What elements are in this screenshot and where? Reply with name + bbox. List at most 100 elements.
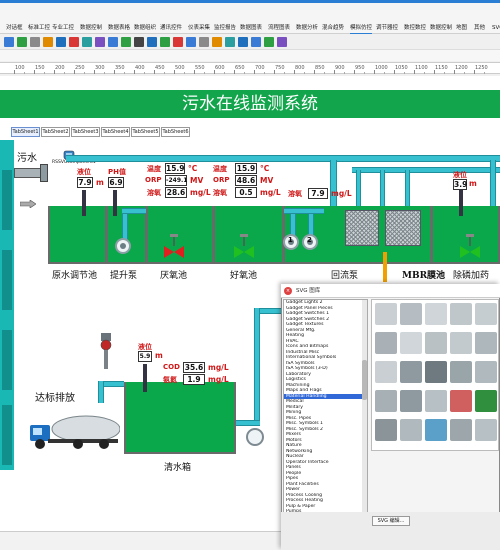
hopper-icon[interactable] (375, 390, 397, 412)
pipe-bend-icon[interactable] (425, 332, 447, 354)
pipe-elbow-icon[interactable] (400, 303, 422, 325)
menu-tab[interactable]: 流程图表 (268, 22, 290, 34)
pipe-elbow-icon[interactable] (375, 303, 397, 325)
pipe-valve-icon[interactable] (375, 332, 397, 354)
menu-tab[interactable]: 其他 (474, 22, 485, 34)
menu-tab[interactable]: 仪表采集 (188, 22, 210, 34)
toolbar-tool-icon[interactable] (30, 37, 40, 47)
aerobic-temp-label: 温度 (213, 165, 227, 173)
menu-tab[interactable]: 专业工控 (52, 22, 74, 34)
toolbar-tool-icon[interactable] (134, 37, 144, 47)
toolbar-tool-icon[interactable] (4, 37, 14, 47)
lift-icon[interactable] (400, 419, 422, 441)
ruler-label: 550 (195, 65, 205, 71)
anoxic-valve-icon[interactable] (163, 234, 185, 260)
toolbar-tool-icon[interactable] (56, 37, 66, 47)
chute-icon[interactable] (450, 390, 472, 412)
tank-icon[interactable] (400, 361, 422, 383)
pipe-flange-icon[interactable] (375, 361, 397, 383)
close-icon[interactable]: × (284, 287, 292, 295)
toolbar-tool-icon[interactable] (199, 37, 209, 47)
toolbar-tool-icon[interactable] (264, 37, 274, 47)
sheet-tab[interactable]: TabSheet2 (41, 127, 70, 137)
anoxic-orp-label: ORP (145, 176, 162, 184)
discharge-flowmeter-icon[interactable] (98, 333, 114, 369)
menu-tab[interactable]: SVG (492, 22, 500, 34)
tank-divider (282, 206, 285, 264)
menu-tab[interactable]: 数据控制 (80, 22, 102, 34)
toolbar-tool-icon[interactable] (17, 37, 27, 47)
menu-tab[interactable]: 监控报告 (214, 22, 236, 34)
pump-number: 1 (288, 236, 293, 244)
menu-tab[interactable]: 模拟仿控 (350, 22, 373, 34)
funnel-icon[interactable] (475, 390, 497, 412)
machine-icon[interactable] (450, 361, 472, 383)
toolbar-tool-icon[interactable] (121, 37, 131, 47)
cyclone-icon[interactable] (425, 390, 447, 412)
menu-tab[interactable]: 地图 (456, 22, 467, 34)
pipe-tee-icon[interactable] (425, 303, 447, 325)
menu-tab[interactable]: 数控数控 (404, 22, 426, 34)
category-scroll-thumb[interactable] (362, 360, 367, 400)
menu-tab[interactable]: 调节器控 (376, 22, 398, 34)
pipe-elbow-icon[interactable] (400, 332, 422, 354)
aerobic-valve-icon[interactable] (233, 234, 255, 260)
toolbar-tool-icon[interactable] (82, 37, 92, 47)
toolbar-tool-icon[interactable] (186, 37, 196, 47)
menu-tab[interactable]: 对话框 (6, 22, 23, 34)
separator-icon[interactable] (400, 390, 422, 412)
symbol-grid[interactable] (371, 299, 499, 451)
sheet-tab[interactable]: TabSheet5 (131, 127, 160, 137)
menu-tab[interactable]: 通讯控件 (160, 22, 182, 34)
menu-tab[interactable]: 数据表格 (108, 22, 130, 34)
level1-unit: m (96, 178, 104, 187)
toolbar-tool-icon[interactable] (95, 37, 105, 47)
toolbar-tool-icon[interactable] (147, 37, 157, 47)
menu-tab[interactable]: 数据图表 (240, 22, 262, 34)
menu-tab[interactable]: 混合趋势 (322, 22, 344, 34)
toolbar-tool-icon[interactable] (277, 37, 287, 47)
conveyor-icon[interactable] (425, 361, 447, 383)
inlet-flange (40, 164, 48, 182)
category-scrollbar[interactable] (362, 300, 367, 531)
clear-level-unit: m (155, 351, 163, 360)
ruler-label: 1100 (415, 65, 428, 71)
toolbar-tool-icon[interactable] (173, 37, 183, 47)
toolbar-tool-icon[interactable] (108, 37, 118, 47)
menu-tab[interactable]: 数据分析 (296, 22, 318, 34)
toolbar-tool-icon[interactable] (160, 37, 170, 47)
reflux-do-value: 7.9 (308, 188, 328, 199)
toolbar-tool-icon[interactable] (225, 37, 235, 47)
pipe-fitting-icon[interactable] (475, 303, 497, 325)
sheet-tab[interactable]: TabSheet1 (11, 127, 40, 137)
pipe-reducer-icon[interactable] (475, 332, 497, 354)
sheet-tab[interactable]: TabSheet6 (161, 127, 190, 137)
toolbar-tool-icon[interactable] (69, 37, 79, 47)
drum-icon[interactable] (475, 361, 497, 383)
toolbar-tool-icon[interactable] (251, 37, 261, 47)
reflux-do-unit: mg/L (331, 189, 352, 198)
menu-tab[interactable]: 标准工控 (28, 22, 50, 34)
sheet-tab[interactable]: TabSheet3 (71, 127, 100, 137)
truck-icon[interactable] (425, 419, 447, 441)
sheet-tab[interactable]: TabSheet4 (101, 127, 130, 137)
menu-tab[interactable]: 数据组织 (134, 22, 156, 34)
toolbar-tool-icon[interactable] (238, 37, 248, 47)
pipe-elbow-icon[interactable] (450, 303, 472, 325)
pipe-fitting-icon[interactable] (450, 332, 472, 354)
tank-icon[interactable] (475, 419, 497, 441)
ruler-label: 200 (55, 65, 65, 71)
discharge-label: 达标排放 (35, 393, 75, 404)
ruler-label: 1150 (435, 65, 448, 71)
lift-pump-icon[interactable] (115, 238, 131, 254)
crane-icon[interactable] (375, 419, 397, 441)
toolbar-tool-icon[interactable] (43, 37, 53, 47)
toolbar-tool-icon[interactable] (212, 37, 222, 47)
dosing-valve-icon[interactable] (459, 234, 481, 260)
ruler-label: 900 (335, 65, 345, 71)
menu-tab[interactable]: 数据控制 (430, 22, 452, 34)
outlet-pump-icon[interactable] (246, 428, 264, 446)
svg-edit-button[interactable]: SVG 编辑... (372, 516, 410, 526)
category-list[interactable]: Gadget Lights 2 Gadget Panel Pieces Gadget… (283, 299, 368, 532)
bin-icon[interactable] (450, 419, 472, 441)
